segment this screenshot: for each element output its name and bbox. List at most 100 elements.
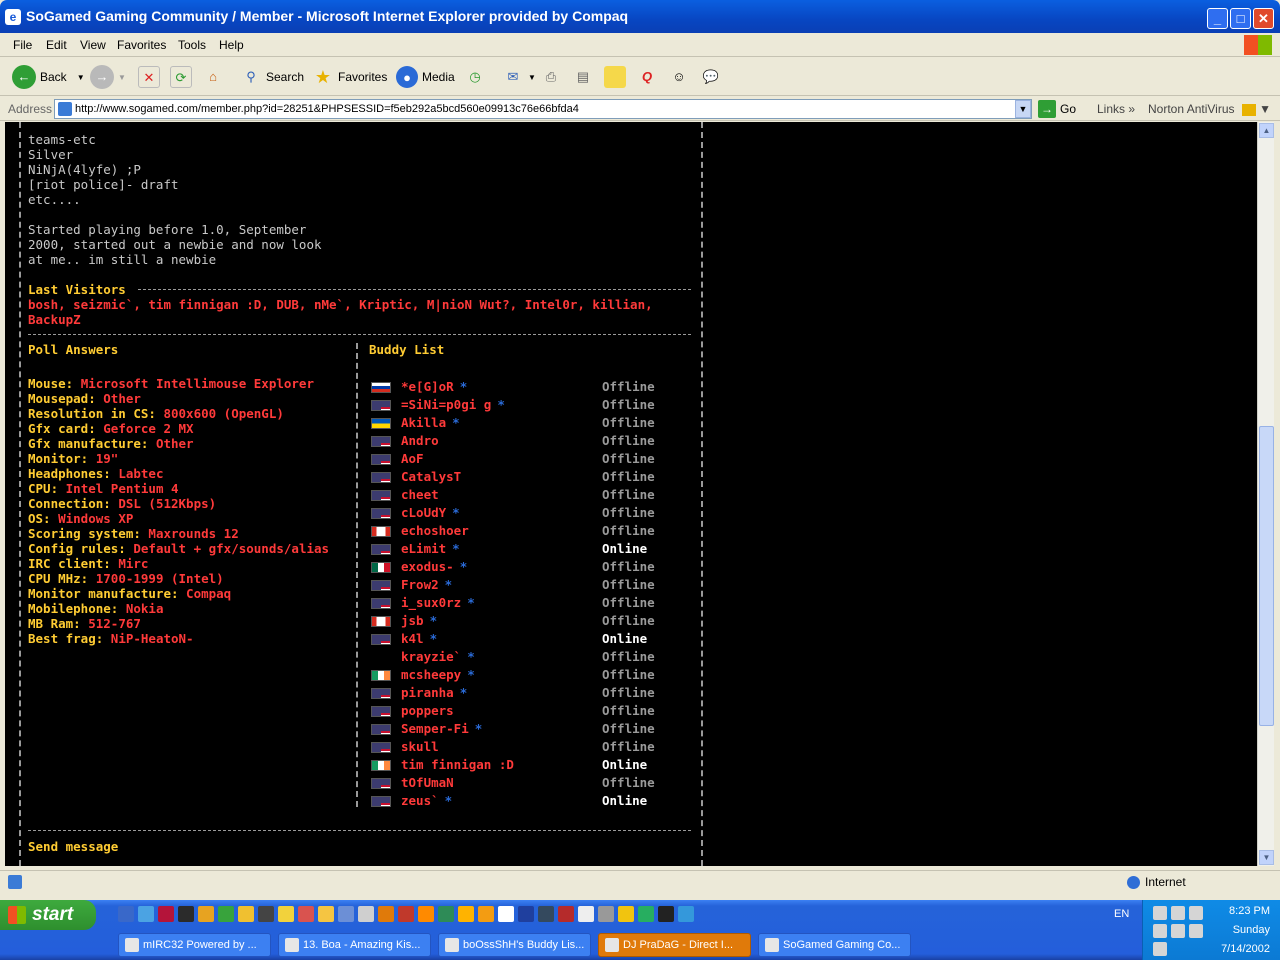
- buddy-row[interactable]: CatalysT Offline: [371, 468, 701, 486]
- buddy-name-link[interactable]: krayzie` *: [401, 648, 475, 666]
- buddy-name-link[interactable]: zeus` *: [401, 792, 452, 810]
- buddy-name-link[interactable]: poppers: [401, 702, 454, 720]
- buddy-name-link[interactable]: Andro: [401, 432, 439, 450]
- menu-tools[interactable]: Tools: [178, 38, 206, 52]
- quick-launch-icon[interactable]: [138, 906, 154, 922]
- buddy-row[interactable]: Frow2 * Offline: [371, 576, 701, 594]
- messenger-q-button[interactable]: Q: [636, 62, 658, 92]
- buddy-row[interactable]: exodus- * Offline: [371, 558, 701, 576]
- quick-launch-icon[interactable]: [338, 906, 354, 922]
- chevron-down-icon[interactable]: ▼: [77, 73, 85, 82]
- refresh-button[interactable]: ⟳: [170, 62, 192, 92]
- tray-icon[interactable]: [1171, 924, 1185, 938]
- buddy-row[interactable]: cheet Offline: [371, 486, 701, 504]
- quick-launch-icon[interactable]: [198, 906, 214, 922]
- minimize-button[interactable]: _: [1207, 8, 1228, 29]
- tray-icon[interactable]: [1153, 906, 1167, 920]
- clock-time[interactable]: 8:23 PM: [1200, 905, 1270, 917]
- quick-launch-icon[interactable]: [498, 906, 514, 922]
- language-indicator[interactable]: EN: [1114, 908, 1129, 920]
- quick-launch-icon[interactable]: [458, 906, 474, 922]
- quick-launch-icon[interactable]: [418, 906, 434, 922]
- buddy-row[interactable]: piranha * Offline: [371, 684, 701, 702]
- quick-launch-icon[interactable]: [578, 906, 594, 922]
- discuss-button[interactable]: [604, 62, 626, 92]
- buddy-row[interactable]: Akilla * Offline: [371, 414, 701, 432]
- buddy-name-link[interactable]: eLimit *: [401, 540, 460, 558]
- buddy-row[interactable]: jsb * Offline: [371, 612, 701, 630]
- buddy-row[interactable]: i_sux0rz * Offline: [371, 594, 701, 612]
- go-button[interactable]: → Go: [1038, 100, 1076, 118]
- buddy-name-link[interactable]: cheet: [401, 486, 439, 504]
- back-button[interactable]: ← Back ▼: [12, 62, 85, 92]
- start-button[interactable]: start: [0, 900, 96, 930]
- quick-launch-icon[interactable]: [118, 906, 134, 922]
- vertical-scrollbar[interactable]: ▲ ▼: [1257, 122, 1274, 866]
- menu-help[interactable]: Help: [219, 38, 244, 52]
- scrollbar-thumb[interactable]: [1259, 426, 1274, 726]
- scroll-up-arrow-icon[interactable]: ▲: [1259, 123, 1274, 138]
- buddy-name-link[interactable]: exodus- *: [401, 558, 467, 576]
- buddy-name-link[interactable]: AoF: [401, 450, 424, 468]
- buddy-row[interactable]: eLimit * Online: [371, 540, 701, 558]
- quick-launch-icon[interactable]: [558, 906, 574, 922]
- norton-antivirus-button[interactable]: Norton AntiVirus ▼: [1148, 102, 1271, 116]
- messenger-button[interactable]: ☺: [668, 62, 690, 92]
- buddy-name-link[interactable]: =SiNi=p0gi g *: [401, 396, 505, 414]
- history-button[interactable]: ◷: [464, 62, 486, 92]
- last-visitors-list[interactable]: bosh, seizmic`, tim finnigan :D, DUB, nM…: [28, 297, 698, 327]
- print-button[interactable]: ⎙: [540, 62, 562, 92]
- menu-favorites[interactable]: Favorites: [117, 38, 166, 52]
- favorites-button[interactable]: ★ Favorites: [312, 62, 387, 92]
- quick-launch-icon[interactable]: [158, 906, 174, 922]
- buddy-row[interactable]: poppers Offline: [371, 702, 701, 720]
- buddy-name-link[interactable]: skull: [401, 738, 439, 756]
- task-button[interactable]: boOssShH's Buddy Lis...: [438, 933, 591, 957]
- buddy-name-link[interactable]: i_sux0rz *: [401, 594, 475, 612]
- buddy-row[interactable]: Semper-Fi * Offline: [371, 720, 701, 738]
- maximize-button[interactable]: □: [1230, 8, 1251, 29]
- quick-launch-icon[interactable]: [518, 906, 534, 922]
- quick-launch-icon[interactable]: [238, 906, 254, 922]
- buddy-name-link[interactable]: *e[G]oR *: [401, 378, 467, 396]
- tray-icon[interactable]: [1153, 942, 1167, 956]
- quick-launch-icon[interactable]: [358, 906, 374, 922]
- task-button[interactable]: mIRC32 Powered by ...: [118, 933, 271, 957]
- tray-icon[interactable]: [1171, 906, 1185, 920]
- home-button[interactable]: ⌂: [202, 62, 224, 92]
- edit-button[interactable]: ▤: [572, 62, 594, 92]
- quick-launch-icon[interactable]: [678, 906, 694, 922]
- quick-launch-icon[interactable]: [658, 906, 674, 922]
- buddy-name-link[interactable]: tOfUmaN: [401, 774, 454, 792]
- buddy-name-link[interactable]: Semper-Fi *: [401, 720, 482, 738]
- quick-launch-icon[interactable]: [598, 906, 614, 922]
- quick-launch-icon[interactable]: [398, 906, 414, 922]
- tray-icon[interactable]: [1153, 924, 1167, 938]
- buddy-row[interactable]: k4l * Online: [371, 630, 701, 648]
- buddy-row[interactable]: Andro Offline: [371, 432, 701, 450]
- quick-launch-icon[interactable]: [618, 906, 634, 922]
- media-button[interactable]: ● Media: [396, 62, 455, 92]
- menu-view[interactable]: View: [80, 38, 106, 52]
- menu-edit[interactable]: Edit: [46, 38, 67, 52]
- buddy-row[interactable]: zeus` * Online: [371, 792, 701, 810]
- scroll-down-arrow-icon[interactable]: ▼: [1259, 850, 1274, 865]
- buddy-row[interactable]: *e[G]oR * Offline: [371, 378, 701, 396]
- quick-launch-icon[interactable]: [178, 906, 194, 922]
- buddy-name-link[interactable]: jsb *: [401, 612, 437, 630]
- buddy-name-link[interactable]: echoshoer: [401, 522, 469, 540]
- buddy-name-link[interactable]: CatalysT: [401, 468, 461, 486]
- quick-launch-icon[interactable]: [378, 906, 394, 922]
- search-button[interactable]: ⚲ Search: [240, 62, 304, 92]
- buddy-row[interactable]: =SiNi=p0gi g * Offline: [371, 396, 701, 414]
- address-dropdown[interactable]: ▼: [1015, 100, 1031, 118]
- quick-launch-icon[interactable]: [638, 906, 654, 922]
- menu-file[interactable]: File: [13, 38, 32, 52]
- quick-launch-icon[interactable]: [218, 906, 234, 922]
- buddy-row[interactable]: echoshoer Offline: [371, 522, 701, 540]
- stop-button[interactable]: ✕: [138, 62, 160, 92]
- buddy-row[interactable]: AoF Offline: [371, 450, 701, 468]
- buddy-name-link[interactable]: Akilla *: [401, 414, 460, 432]
- send-message-link[interactable]: Send message: [28, 839, 118, 854]
- chat-button[interactable]: 💬: [700, 62, 722, 92]
